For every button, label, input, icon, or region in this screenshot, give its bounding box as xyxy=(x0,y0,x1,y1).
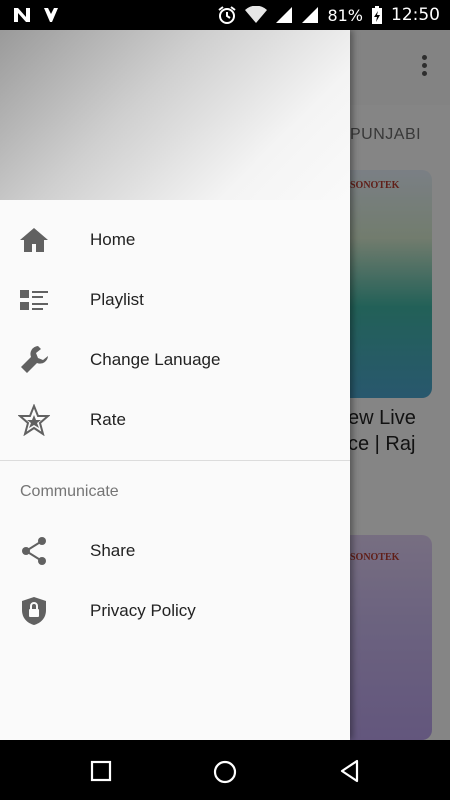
wifi-icon xyxy=(245,6,268,24)
menu-item-label: Rate xyxy=(90,410,126,429)
menu-item-share[interactable]: Share xyxy=(0,521,350,581)
signal-2-icon xyxy=(301,6,319,24)
drawer-header xyxy=(0,30,350,200)
star-icon xyxy=(17,403,51,437)
menu-item-label: Home xyxy=(90,230,136,249)
share-icon xyxy=(18,535,50,567)
alarm-icon xyxy=(217,5,237,25)
menu-item-rate[interactable]: Rate xyxy=(0,390,350,450)
menu-item-home[interactable]: Home xyxy=(0,210,350,270)
recents-button[interactable] xyxy=(88,758,114,784)
back-button[interactable] xyxy=(337,758,363,784)
section-title: Communicate xyxy=(20,483,119,500)
clock: 12:50 xyxy=(391,5,440,25)
home-icon xyxy=(18,224,50,256)
notification-check-icon xyxy=(42,6,60,24)
battery-percent: 81% xyxy=(327,5,363,25)
notification-n-icon xyxy=(12,6,32,24)
battery-charging-icon xyxy=(371,5,383,25)
wrench-icon xyxy=(18,344,50,376)
menu-item-label: Share xyxy=(90,541,136,560)
navigation-drawer: Home Playlist Change Lanuage Rate Commun… xyxy=(0,30,350,740)
menu-item-label: Change Lanuage xyxy=(90,350,221,369)
menu-item-label: Playlist xyxy=(90,290,144,309)
playlist-icon xyxy=(18,284,50,316)
signal-icon xyxy=(275,6,293,24)
menu-item-playlist[interactable]: Playlist xyxy=(0,270,350,330)
menu-item-change-language[interactable]: Change Lanuage xyxy=(0,330,350,390)
drawer-divider xyxy=(0,460,350,461)
status-bar: 81% 12:50 xyxy=(0,0,450,30)
menu-item-label: Privacy Policy xyxy=(90,601,196,620)
system-nav-bar xyxy=(0,740,450,800)
menu-item-privacy-policy[interactable]: Privacy Policy xyxy=(0,581,350,641)
shield-lock-icon xyxy=(18,595,50,627)
home-button[interactable] xyxy=(211,758,237,784)
